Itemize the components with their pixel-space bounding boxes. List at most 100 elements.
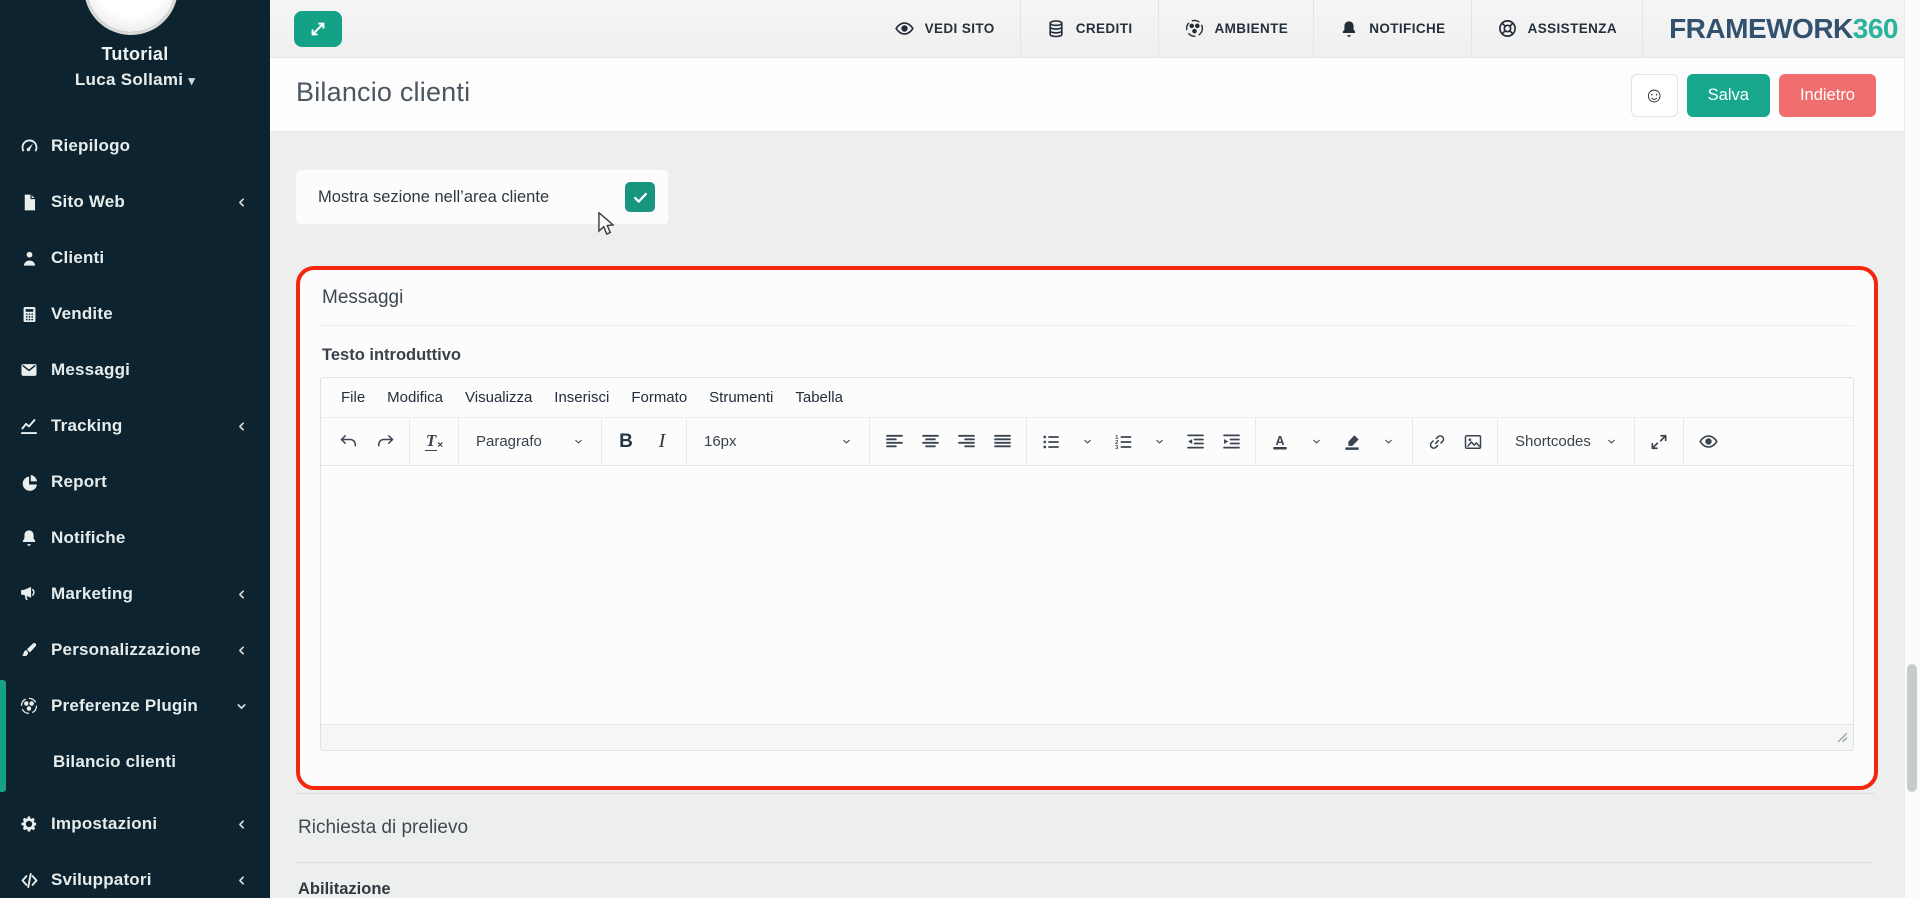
shortcodes-dropdown[interactable]: Shortcodes: [1505, 425, 1627, 459]
brush-icon: [18, 639, 40, 661]
sidebar-item-label: Report: [51, 472, 107, 491]
expand-sidebar-button[interactable]: [294, 11, 342, 47]
back-button[interactable]: Indietro: [1778, 74, 1876, 117]
clear-formatting-button[interactable]: T ×: [417, 425, 451, 459]
menu-strumenti[interactable]: Strumenti: [698, 389, 784, 406]
smiley-icon: ☺: [1643, 83, 1665, 107]
clear-formatting-icon: T ×: [424, 431, 444, 451]
topbar: VEDI SITO CREDITI AMBIENTE NOTIFICHE ASS…: [270, 0, 1920, 58]
user-menu[interactable]: Luca Sollami ▾: [0, 70, 270, 90]
sidebar-item-label: Bilancio clienti: [53, 752, 177, 771]
sidebar-item-personalizzazione[interactable]: Personalizzazione: [0, 622, 270, 678]
menu-file[interactable]: File: [330, 389, 376, 406]
menu-formato[interactable]: Formato: [620, 389, 698, 406]
sidebar-item-tracking[interactable]: Tracking: [0, 398, 270, 454]
section-title: Richiesta di prelievo: [296, 793, 1874, 863]
chevron-left-icon: [235, 588, 248, 601]
align-right-button[interactable]: [949, 425, 983, 459]
preview-button[interactable]: [1691, 425, 1725, 459]
align-center-button[interactable]: [913, 425, 947, 459]
scrollbar-track[interactable]: [1904, 0, 1920, 898]
sidebar-item-sviluppatori[interactable]: Sviluppatori: [0, 852, 270, 898]
undo-button[interactable]: [332, 425, 366, 459]
logo-number: 360: [1852, 12, 1899, 44]
image-icon: [1464, 434, 1482, 449]
sidebar-item-notifiche[interactable]: Notifiche: [0, 510, 270, 566]
insert-link-button[interactable]: [1420, 425, 1454, 459]
topbar-item-label: AMBIENTE: [1214, 21, 1289, 36]
italic-button[interactable]: I: [645, 425, 679, 459]
bullet-list-button[interactable]: [1034, 425, 1068, 459]
sidebar-item-vendite[interactable]: Vendite: [0, 286, 270, 342]
fullscreen-button[interactable]: [1642, 425, 1676, 459]
highlight-color-button[interactable]: [1335, 425, 1369, 459]
align-left-button[interactable]: [877, 425, 911, 459]
align-justify-button[interactable]: [985, 425, 1019, 459]
topbar-item-crediti[interactable]: CREDITI: [1019, 0, 1158, 57]
scrollbar-thumb[interactable]: [1907, 664, 1917, 792]
code-icon: [18, 869, 40, 891]
sidebar-item-clienti[interactable]: Clienti: [0, 230, 270, 286]
bullet-list-icon: [1043, 435, 1059, 448]
menu-inserisci[interactable]: Inserisci: [543, 389, 620, 406]
sidebar-item-marketing[interactable]: Marketing: [0, 566, 270, 622]
show-section-checkbox[interactable]: [625, 182, 655, 212]
sidebar-item-bilancio-clienti[interactable]: Bilancio clienti: [0, 734, 270, 790]
sidebar-item-sito-web[interactable]: Sito Web: [0, 174, 270, 230]
outdent-icon: [1186, 434, 1204, 449]
chevron-down-icon: [1608, 439, 1615, 444]
support-icon: [1497, 18, 1518, 39]
menu-modifica[interactable]: Modifica: [376, 389, 454, 406]
svg-text:A: A: [1275, 433, 1284, 447]
redo-button[interactable]: [368, 425, 402, 459]
bold-button[interactable]: B: [609, 425, 643, 459]
logo-text: FRAMEWORK: [1669, 12, 1853, 44]
sidebar-item-report[interactable]: Report: [0, 454, 270, 510]
withdraw-section: Richiesta di prelievo Abilitazione: [296, 793, 1874, 898]
insert-image-button[interactable]: [1456, 425, 1490, 459]
sidebar-nav: Riepilogo Sito Web Clienti Vendite Messa…: [0, 118, 270, 898]
text-color-button[interactable]: A: [1263, 425, 1297, 459]
cluster-icon: [1184, 18, 1205, 39]
sidebar-item-impostazioni[interactable]: Impostazioni: [0, 796, 270, 852]
resize-handle-icon[interactable]: [1837, 732, 1848, 743]
paragraph-format-dropdown[interactable]: Paragrafo: [466, 425, 594, 459]
editor-content-area[interactable]: [321, 466, 1853, 724]
text-color-options-button[interactable]: [1299, 425, 1333, 459]
topbar-item-assistenza[interactable]: ASSISTENZA: [1470, 0, 1643, 57]
font-size-dropdown[interactable]: 16px: [694, 425, 862, 459]
chevron-down-icon: [235, 700, 248, 713]
editor-toolbar: T × Paragrafo B I 16px 1 2 3 A Shortcode…: [321, 417, 1853, 466]
chevron-down-icon: [1312, 439, 1320, 444]
topbar-item-ambiente[interactable]: AMBIENTE: [1157, 0, 1314, 57]
topbar-item-vedi-sito[interactable]: VEDI SITO: [869, 0, 1020, 57]
sidebar-item-preferenze-plugin[interactable]: Preferenze Plugin: [0, 678, 270, 734]
document-icon: [18, 191, 40, 213]
menu-tabella[interactable]: Tabella: [784, 389, 854, 406]
save-button[interactable]: Salva: [1686, 74, 1770, 117]
text-color-icon: A: [1273, 433, 1287, 449]
main-content: Mostra sezione nell’area cliente Messagg…: [270, 132, 1920, 898]
indent-button[interactable]: [1214, 425, 1248, 459]
highlight-color-options-button[interactable]: [1371, 425, 1405, 459]
numbered-list-options-button[interactable]: [1142, 425, 1176, 459]
fullscreen-icon: [1651, 434, 1667, 449]
outdent-button[interactable]: [1178, 425, 1212, 459]
topbar-item-notifiche[interactable]: NOTIFICHE: [1313, 0, 1470, 57]
sidebar-item-riepilogo[interactable]: Riepilogo: [0, 118, 270, 174]
shortcodes-label: Shortcodes: [1515, 433, 1591, 450]
numbered-list-button[interactable]: 123: [1106, 425, 1140, 459]
align-right-icon: [957, 434, 975, 448]
diagonal-arrows-icon: [311, 22, 325, 36]
framework360-logo[interactable]: FRAMEWORK 360: [1642, 0, 1899, 57]
italic-icon: I: [658, 430, 666, 452]
section-title: Messaggi: [320, 270, 1854, 326]
sidebar-item-messaggi[interactable]: Messaggi: [0, 342, 270, 398]
menu-visualizza[interactable]: Visualizza: [454, 389, 543, 406]
chevron-left-icon: [235, 818, 248, 831]
emoji-button[interactable]: ☺: [1630, 74, 1678, 117]
topbar-item-label: ASSISTENZA: [1527, 21, 1618, 36]
megaphone-icon: [18, 583, 40, 605]
bullet-list-options-button[interactable]: [1070, 425, 1104, 459]
avatar[interactable]: [87, 0, 175, 32]
